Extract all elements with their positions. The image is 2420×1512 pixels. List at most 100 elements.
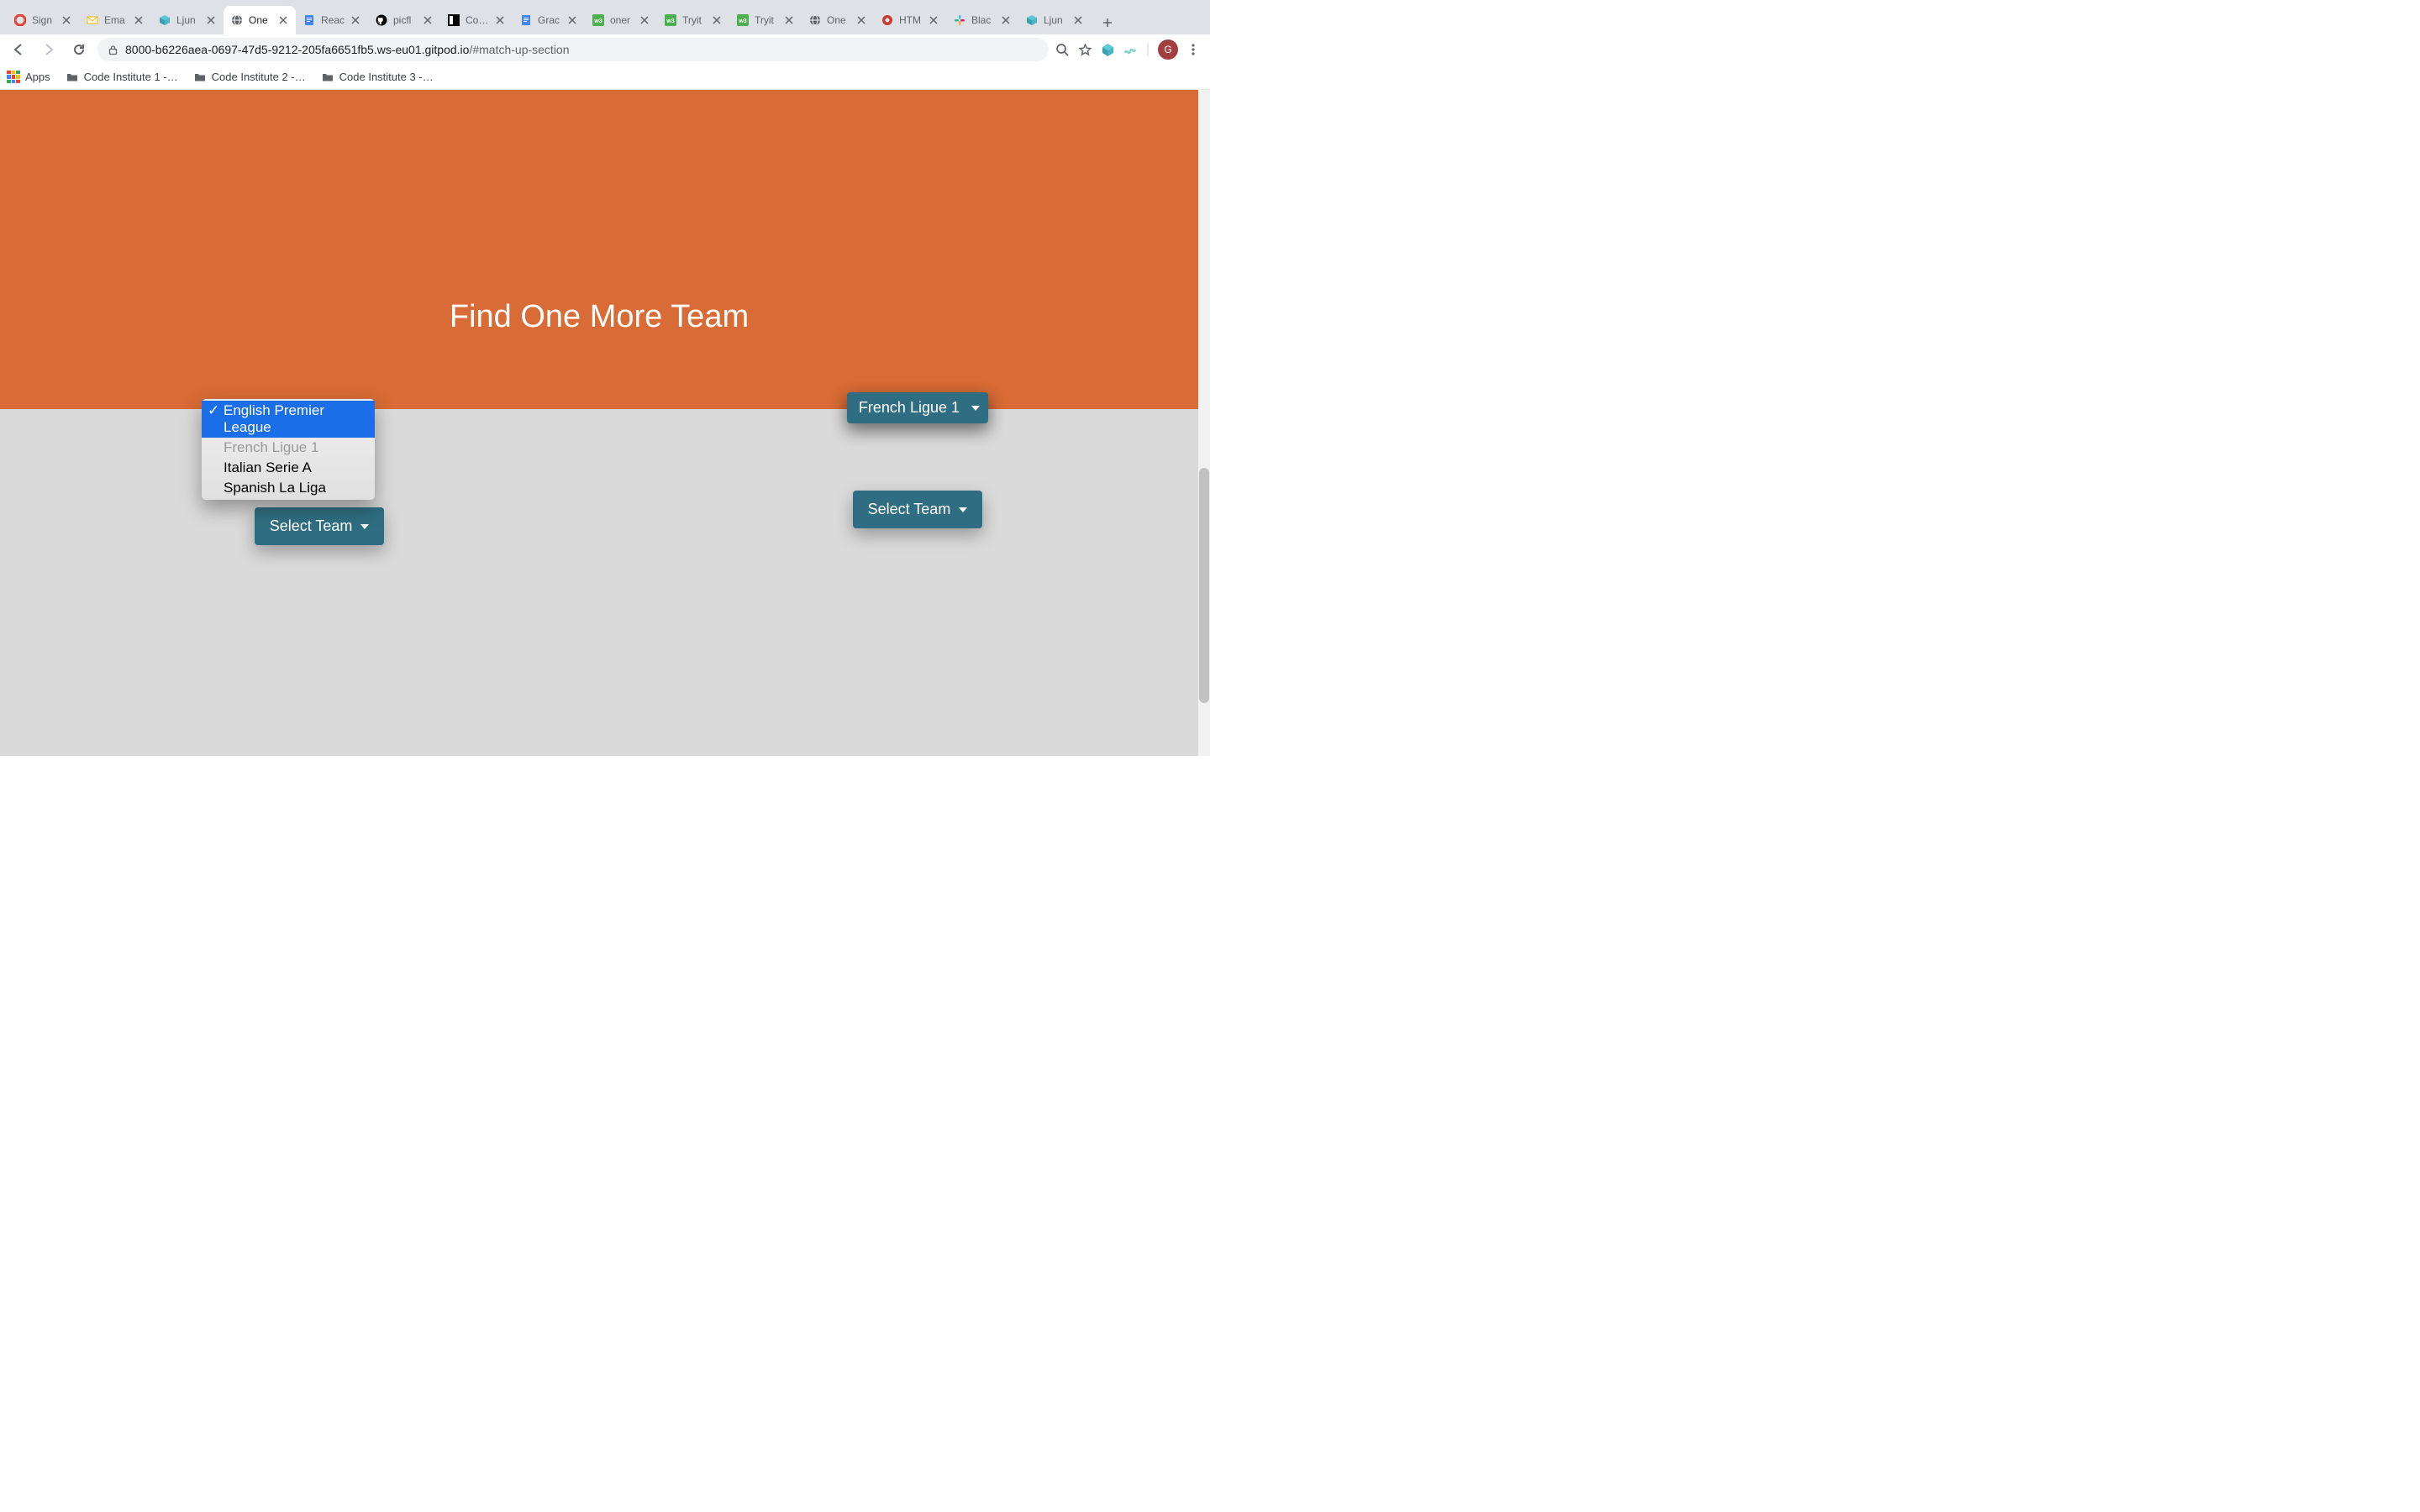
right-league-select-wrap[interactable]: French Ligue 1: [847, 392, 988, 423]
url-text: 8000-b6226aea-0697-47d5-9212-205fa6651fb…: [125, 43, 570, 56]
svg-text:w3: w3: [738, 18, 746, 24]
close-icon[interactable]: [928, 14, 939, 26]
close-icon[interactable]: [350, 14, 361, 26]
bookmark-folder-2[interactable]: Code Institute 2 -…: [193, 71, 306, 84]
tab-oner[interactable]: w3 oner: [585, 6, 657, 34]
star-icon[interactable]: [1078, 43, 1092, 57]
tab-sign[interactable]: Sign: [7, 6, 79, 34]
tab-email[interactable]: Ema: [79, 6, 151, 34]
search-icon[interactable]: [1055, 43, 1070, 57]
lock-icon: [108, 45, 118, 55]
bookmark-label: Code Institute 3 -…: [339, 71, 434, 83]
left-select-team-button[interactable]: Select Team: [255, 507, 385, 545]
tab-tryit-2[interactable]: w3 Tryit: [729, 6, 802, 34]
folder-icon: [321, 71, 334, 84]
right-selector-block: French Ligue 1 Select Team: [847, 392, 988, 528]
favicon-email: [86, 13, 99, 27]
bookmark-folder-1[interactable]: Code Institute 1 -…: [66, 71, 178, 84]
favicon-w3: w3: [592, 13, 605, 27]
favicon-w3: w3: [736, 13, 750, 27]
page-viewport: Find One More Team English Premier Leagu…: [0, 90, 1210, 756]
separator: |: [1146, 42, 1150, 57]
favicon-globe: [230, 13, 244, 27]
favicon-gdoc: [302, 13, 316, 27]
tab-label: Tryit: [755, 14, 778, 26]
close-icon[interactable]: [205, 14, 217, 26]
close-icon[interactable]: [277, 14, 289, 26]
page-heading: Find One More Team: [450, 299, 749, 335]
favicon-cube: [1025, 13, 1039, 27]
tab-label: One: [249, 14, 272, 26]
close-icon[interactable]: [1072, 14, 1084, 26]
extension-cube-icon[interactable]: [1101, 43, 1115, 57]
tab-grac[interactable]: Grac: [513, 6, 585, 34]
extension-wave-icon[interactable]: [1123, 43, 1138, 57]
menu-icon[interactable]: [1186, 43, 1200, 56]
svg-text:w3: w3: [593, 18, 602, 24]
tab-blac[interactable]: Blac: [946, 6, 1018, 34]
tab-label: picfl: [393, 14, 417, 26]
tab-htm[interactable]: HTM: [874, 6, 946, 34]
close-icon[interactable]: [566, 14, 578, 26]
hero-section: Find One More Team: [0, 90, 1198, 409]
tab-label: Tryit: [682, 14, 706, 26]
button-label: Select Team: [270, 517, 353, 535]
tab-ljun-1[interactable]: Ljun: [151, 6, 224, 34]
dropdown-option-ligue1[interactable]: French Ligue 1: [202, 438, 375, 458]
tab-label: One: [827, 14, 850, 26]
favicon-globe: [808, 13, 822, 27]
button-label: Select Team: [868, 501, 951, 518]
tab-reac[interactable]: Reac: [296, 6, 368, 34]
close-icon[interactable]: [494, 14, 506, 26]
tab-label: Blac: [971, 14, 995, 26]
tab-label: Reac: [321, 14, 345, 26]
dropdown-option-seriea[interactable]: Italian Serie A: [202, 458, 375, 478]
dropdown-option-epl[interactable]: English Premier League: [202, 401, 375, 438]
league-dropdown-menu: English Premier League French Ligue 1 It…: [202, 399, 375, 500]
tab-label: Ema: [104, 14, 128, 26]
tab-code[interactable]: Code: [440, 6, 513, 34]
close-icon[interactable]: [639, 14, 650, 26]
favicon-ci: [447, 13, 460, 27]
favicon-slack: [953, 13, 966, 27]
tab-label: Code: [466, 14, 489, 26]
tab-ljun-2[interactable]: Ljun: [1018, 6, 1091, 34]
right-select-team-button[interactable]: Select Team: [853, 491, 983, 528]
apps-grid-icon: [7, 71, 20, 84]
bookmark-folder-3[interactable]: Code Institute 3 -…: [321, 71, 434, 84]
tab-strip: Sign Ema Ljun One Reac picfl: [0, 0, 1210, 34]
dropdown-option-laliga[interactable]: Spanish La Liga: [202, 478, 375, 498]
close-icon[interactable]: [1000, 14, 1012, 26]
folder-icon: [66, 71, 79, 84]
tab-one-2[interactable]: One: [802, 6, 874, 34]
close-icon[interactable]: [855, 14, 867, 26]
reload-button[interactable]: [67, 38, 91, 61]
favicon-github: [375, 13, 388, 27]
tab-tryit-1[interactable]: w3 Tryit: [657, 6, 729, 34]
tab-label: oner: [610, 14, 634, 26]
close-icon[interactable]: [711, 14, 723, 26]
close-icon[interactable]: [422, 14, 434, 26]
profile-avatar[interactable]: G: [1158, 39, 1178, 60]
tab-label: Sign: [32, 14, 55, 26]
favicon-cube: [158, 13, 171, 27]
close-icon[interactable]: [783, 14, 795, 26]
close-icon[interactable]: [60, 14, 72, 26]
apps-label: Apps: [25, 71, 50, 83]
close-icon[interactable]: [133, 14, 145, 26]
back-button[interactable]: [7, 38, 30, 61]
svg-text:w3: w3: [666, 18, 674, 24]
tab-picfl[interactable]: picfl: [368, 6, 440, 34]
tab-label: Ljun: [1044, 14, 1067, 26]
bookmarks-bar: Apps Code Institute 1 -… Code Institute …: [0, 65, 1210, 90]
forward-button[interactable]: [37, 38, 60, 61]
apps-button[interactable]: Apps: [7, 71, 50, 84]
new-tab-button[interactable]: [1096, 11, 1119, 34]
bookmark-label: Code Institute 1 -…: [84, 71, 178, 83]
address-bar[interactable]: 8000-b6226aea-0697-47d5-9212-205fa6651fb…: [97, 38, 1049, 61]
right-league-select[interactable]: French Ligue 1: [847, 392, 988, 423]
tab-one-active[interactable]: One: [224, 6, 296, 34]
scrollbar-track[interactable]: [1198, 90, 1210, 756]
scrollbar-thumb[interactable]: [1199, 468, 1209, 703]
tab-label: Ljun: [176, 14, 200, 26]
